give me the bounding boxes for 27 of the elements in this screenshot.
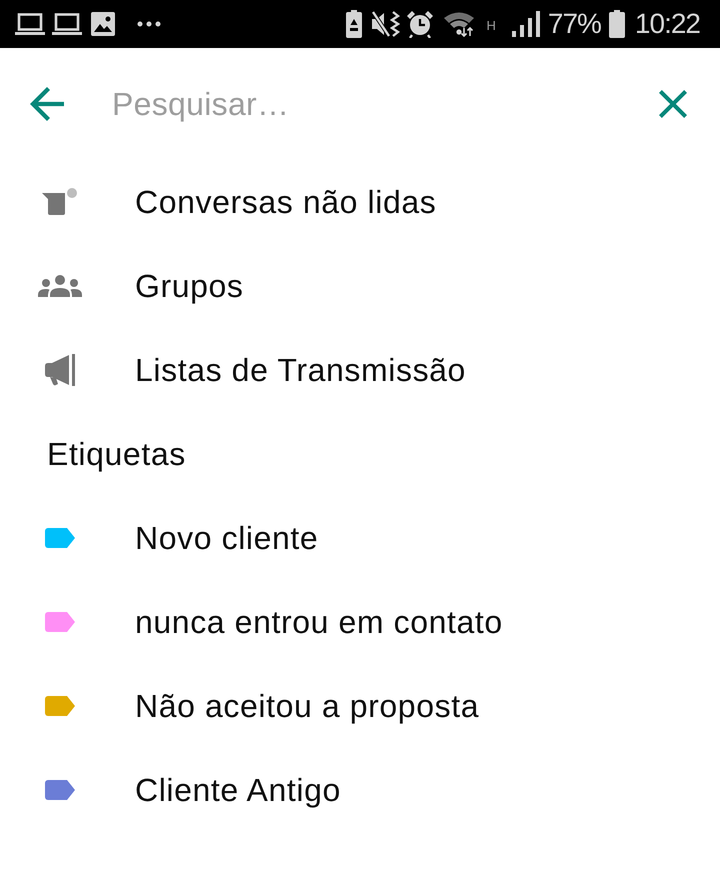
label-option[interactable]: Não aceitou a proposta [135, 686, 480, 726]
battery-saver-icon [346, 10, 362, 38]
filter-option[interactable]: Listas de Transmissão [135, 350, 466, 390]
laptop-icon [52, 13, 82, 35]
label-option[interactable]: Cliente Antigo [135, 770, 341, 810]
muted-speaker-icon [372, 11, 400, 37]
battery-percent: 77% [548, 10, 601, 38]
filter-option[interactable]: Grupos [135, 266, 244, 306]
people-group-icon [38, 275, 82, 297]
clock-time: 10:22 [634, 10, 700, 38]
label-option[interactable]: nunca entrou em contato [135, 602, 503, 642]
more-dots-icon [137, 21, 161, 27]
laptop-icon [15, 13, 45, 35]
section-heading: Etiquetas [47, 436, 186, 472]
filter-option[interactable]: Conversas não lidas [135, 182, 436, 222]
wifi-icon [444, 11, 474, 37]
network-type-label: H [486, 19, 496, 32]
signal-bars-icon [512, 11, 540, 37]
close-icon[interactable] [659, 90, 687, 118]
image-icon [91, 12, 115, 36]
unread-chat-icon [42, 188, 78, 216]
back-arrow-icon[interactable] [30, 87, 64, 121]
alarm-clock-icon [406, 10, 434, 38]
label-option[interactable]: Novo cliente [135, 518, 318, 558]
battery-icon [608, 10, 625, 38]
search-field[interactable]: Pesquisar… [112, 82, 639, 126]
megaphone-icon [45, 354, 75, 386]
